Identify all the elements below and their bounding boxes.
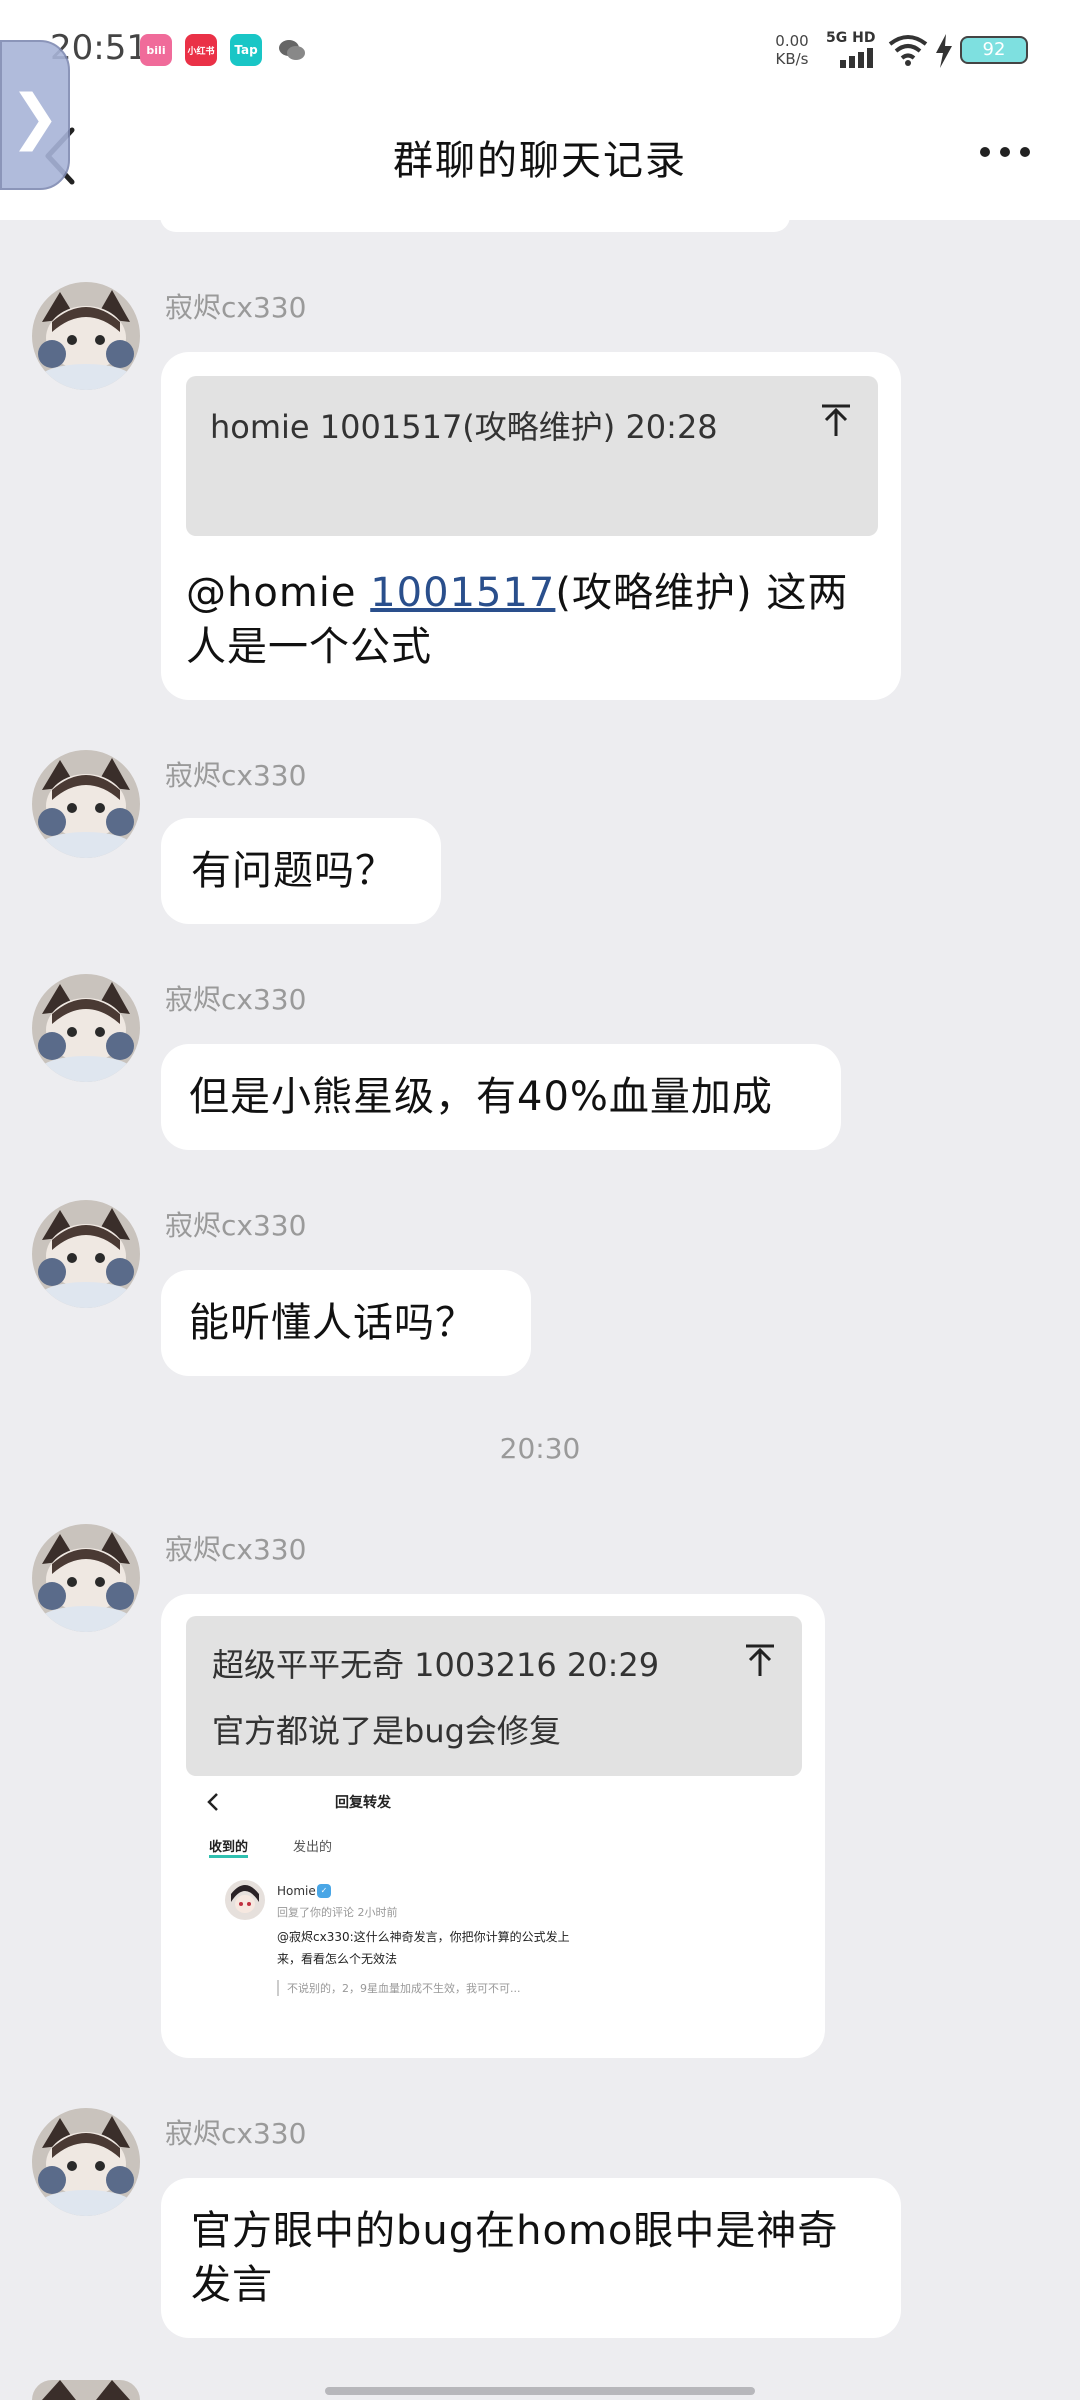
network-speed: 0.00 KB/s	[770, 32, 814, 68]
quote-header: 超级平平无奇 1003216 20:29	[212, 1646, 660, 1684]
avatar[interactable]	[32, 282, 140, 390]
message-text: 官方眼中的bug在homo眼中是神奇发言	[191, 2208, 839, 2308]
message-text: 有问题吗？	[191, 848, 396, 894]
more-options-button[interactable]	[975, 132, 1035, 172]
more-dots-icon	[980, 147, 1030, 157]
signal-label: 5G HD	[826, 30, 876, 46]
xiaohongshu-icon: 小红书	[185, 34, 217, 66]
sender-name: 寂烬cx330	[165, 759, 307, 792]
cat-avatar-image	[32, 2380, 140, 2400]
message-bubble[interactable]: 超级平平无奇 1003216 20:29 官方都说了是bug会修复 回复转发 收…	[161, 1594, 825, 2058]
quoted-message[interactable]: 超级平平无奇 1003216 20:29 官方都说了是bug会修复	[186, 1616, 802, 1776]
anime-avatar-image	[225, 1880, 265, 1920]
screenshot-tab-sent: 发出的	[293, 1840, 333, 1855]
avatar[interactable]	[32, 2380, 140, 2400]
quoted-message[interactable]: homie 1001517(攻略维护) 20:28	[186, 376, 878, 536]
cat-avatar-image	[32, 974, 140, 1082]
screenshot-body: @寂烬cx330:这什么神奇发言，你把你计算的公式发上来，看看怎么个无效法	[277, 1930, 570, 1966]
screenshot-title: 回复转发	[335, 1795, 391, 1811]
page-title: 群聊的聊天记录	[393, 138, 687, 184]
timestamp-divider: 20:30	[499, 1432, 581, 1465]
charging-icon	[936, 34, 952, 68]
signal-icon	[840, 48, 873, 68]
avatar[interactable]	[32, 1200, 140, 1308]
screenshot-tab-received: 收到的	[209, 1836, 249, 1858]
message-text: 能听懂人话吗？	[189, 1300, 476, 1346]
embedded-screenshot-image[interactable]: 回复转发 收到的 发出的 Homie ✓ 回复了你的评论 2小时前 @寂烬cx3…	[185, 1780, 785, 2020]
avatar[interactable]	[32, 750, 140, 858]
verified-badge-icon: ✓	[317, 1884, 331, 1898]
message-bubble[interactable]: 有问题吗？	[161, 818, 441, 924]
cat-avatar-image	[32, 2108, 140, 2216]
taptap-icon: Tap	[230, 34, 262, 66]
mention-prefix: @homie	[186, 570, 371, 616]
wifi-icon	[888, 35, 928, 66]
sender-name: 寂烬cx330	[165, 2117, 307, 2150]
home-indicator[interactable]	[325, 2387, 755, 2395]
sender-name: 寂烬cx330	[165, 983, 307, 1016]
jump-to-top-icon[interactable]	[816, 400, 856, 440]
message-bubble[interactable]: homie 1001517(攻略维护) 20:28 @homie 1001517…	[161, 352, 901, 700]
jump-to-top-icon[interactable]	[740, 1640, 780, 1680]
battery-indicator: 92	[960, 36, 1028, 64]
cat-avatar-image	[32, 750, 140, 858]
message-bubble[interactable]: 官方眼中的bug在homo眼中是神奇发言	[161, 2178, 901, 2338]
message-text: @homie 1001517(攻略维护) 这两人是一个公式	[186, 566, 886, 674]
screenshot-username: Homie	[277, 1884, 316, 1898]
message-text: 但是小熊星级，有40%血量加成	[189, 1074, 773, 1120]
sender-name: 寂烬cx330	[165, 291, 307, 324]
net-speed-value: 0.00	[775, 32, 809, 50]
wechat-icon	[276, 34, 308, 66]
quote-header: homie 1001517(攻略维护) 20:28	[210, 408, 718, 446]
avatar[interactable]	[32, 2108, 140, 2216]
chevron-left-icon	[207, 1793, 218, 1811]
avatar[interactable]	[32, 1524, 140, 1632]
cat-avatar-image	[32, 282, 140, 390]
net-speed-unit: KB/s	[775, 50, 809, 68]
screenshot-quote: 不说别的，2，9星血量加成不生效，我可不可...	[277, 1980, 521, 1996]
message-bubble[interactable]: 但是小熊星级，有40%血量加成	[161, 1044, 841, 1150]
sender-name: 寂烬cx330	[165, 1533, 307, 1566]
message-bubble[interactable]: 能听懂人话吗？	[161, 1270, 531, 1376]
previous-message-bubble	[160, 200, 790, 232]
cat-avatar-image	[32, 1524, 140, 1632]
quote-body: 官方都说了是bug会修复	[212, 1712, 561, 1750]
screenshot-subtitle: 回复了你的评论 2小时前	[277, 1906, 398, 1919]
avatar[interactable]	[32, 974, 140, 1082]
cat-avatar-image	[32, 1200, 140, 1308]
sender-name: 寂烬cx330	[165, 1209, 307, 1242]
mention-link[interactable]: 1001517	[370, 570, 555, 616]
bilibili-icon: bili	[140, 34, 172, 66]
status-bar: 20:51 bili 小红书 Tap 0.00 KB/s 5G HD 92	[0, 0, 1080, 100]
floating-side-tab[interactable]: ❯	[0, 40, 70, 190]
